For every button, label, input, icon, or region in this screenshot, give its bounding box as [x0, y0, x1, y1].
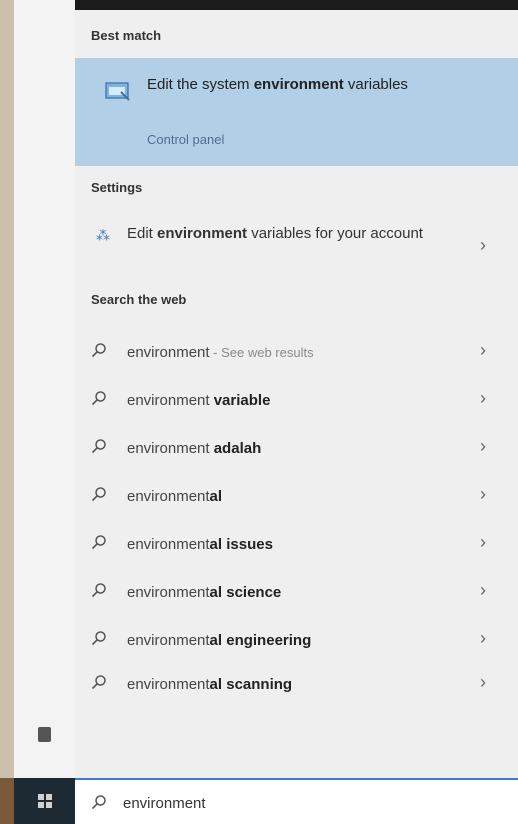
web-result-item[interactable]: environment adalah › [75, 426, 518, 472]
web-result-item[interactable]: environmental issues › [75, 522, 518, 568]
web-result-item[interactable]: environmental › [75, 474, 518, 520]
chevron-right-icon[interactable]: › [480, 580, 486, 601]
start-left-rail [14, 0, 76, 778]
web-result-item[interactable]: environment variable › [75, 378, 518, 424]
search-icon [91, 674, 107, 695]
chevron-right-icon[interactable]: › [480, 672, 486, 693]
search-results-panel: Best match Edit the system environment v… [75, 10, 518, 778]
panel-top-strip [75, 0, 518, 10]
setting-result-label: Edit environment variables for your acco… [127, 225, 423, 242]
chevron-right-icon[interactable]: › [480, 388, 486, 409]
search-icon [91, 438, 107, 459]
taskbar [0, 778, 518, 824]
best-match-result[interactable]: Edit the system environment variables Co… [75, 58, 518, 166]
setting-result[interactable]: ⁂ Edit environment variables for your ac… [75, 215, 518, 279]
web-result-label: environmental [127, 488, 223, 505]
search-web-heading: Search the web [91, 292, 187, 307]
search-input[interactable] [121, 789, 505, 817]
search-icon [91, 582, 107, 603]
web-result-label: environment - See web results [127, 344, 314, 361]
taskbar-edge [0, 778, 14, 824]
taskbar-search-box[interactable] [75, 778, 518, 824]
chevron-right-icon[interactable]: › [480, 340, 486, 361]
search-icon [91, 534, 107, 555]
search-icon [91, 390, 107, 411]
web-result-label: environment variable [127, 392, 271, 409]
windows-logo-icon [38, 794, 52, 808]
chevron-right-icon[interactable]: › [480, 484, 486, 505]
web-result-item[interactable]: environmental science › [75, 570, 518, 616]
chevron-right-icon[interactable]: › [480, 628, 486, 649]
web-result-item[interactable]: environmental scanning › [75, 662, 518, 708]
start-button[interactable] [14, 778, 75, 824]
settings-icon: ⁂ [96, 227, 110, 243]
web-result-label: environment adalah [127, 440, 262, 457]
web-result-item[interactable]: environmental engineering › [75, 618, 518, 664]
web-result-label: environmental engineering [127, 632, 312, 649]
search-icon [91, 795, 106, 810]
web-result-label: environmental issues [127, 536, 273, 553]
web-result-label: environmental scanning [127, 676, 293, 693]
search-icon [91, 486, 107, 507]
web-result-label: environmental science [127, 584, 282, 601]
best-match-heading: Best match [91, 28, 162, 43]
document-icon[interactable] [38, 727, 51, 742]
chevron-right-icon[interactable]: › [480, 532, 486, 553]
web-result-item[interactable]: environment - See web results › [75, 330, 518, 376]
best-match-subtitle: Control panel [147, 132, 225, 147]
control-panel-icon [105, 82, 130, 101]
desktop-background [0, 0, 14, 778]
chevron-right-icon[interactable]: › [480, 235, 486, 256]
settings-heading: Settings [91, 180, 143, 195]
chevron-right-icon[interactable]: › [480, 436, 486, 457]
search-icon [91, 342, 107, 363]
best-match-title: Edit the system environment variables [147, 76, 408, 93]
search-icon [91, 630, 107, 651]
